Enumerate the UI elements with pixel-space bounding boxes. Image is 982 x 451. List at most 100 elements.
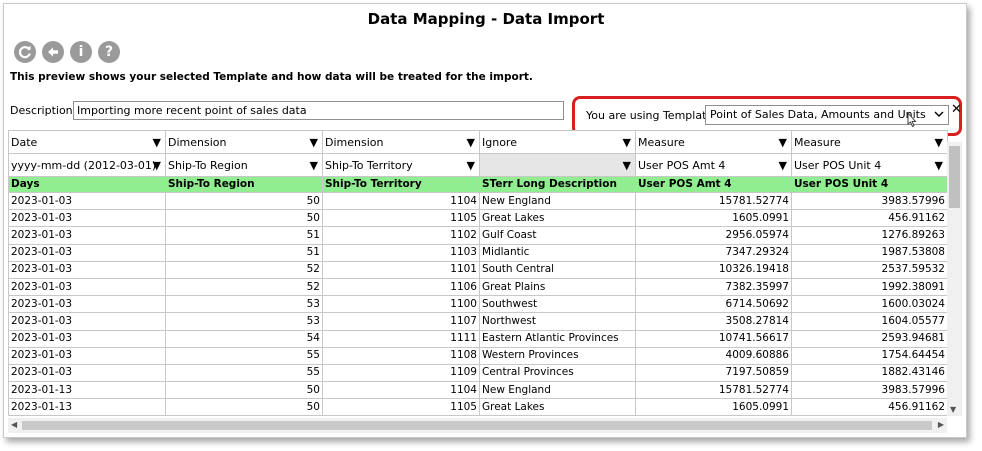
table-cell: 4009.60886 — [635, 346, 792, 365]
column-mapping-dropdown[interactable]: yyyy-mm-dd (2012-03-01) ▼ — [8, 153, 166, 177]
column-type-row: Date ▼ Dimension ▼ Dimension ▼ Ignore ▼ Measure ▼… — [8, 130, 948, 154]
column-type-label: Dimension — [168, 135, 227, 149]
table-cell: New England — [479, 381, 636, 400]
dropdown-triangle-icon: ▼ — [152, 136, 161, 149]
table-cell: Gulf Coast — [479, 226, 636, 245]
dropdown-triangle-icon: ▼ — [309, 159, 318, 172]
table-row: 2023-01-03 55 1108 Western Provinces 4009.60… — [8, 346, 948, 365]
description-label: Description: — [10, 104, 77, 117]
table-cell: 51 — [165, 226, 323, 245]
table-cell: 1108 — [322, 346, 480, 365]
scroll-right-arrow-icon[interactable]: ▶ — [938, 420, 944, 429]
table-cell: 1107 — [322, 312, 480, 331]
column-type-dropdown[interactable]: Measure ▼ — [635, 130, 792, 154]
column-mapping-label: User POS Amt 4 — [638, 158, 726, 172]
table-cell: South Central — [479, 260, 636, 279]
table-cell: 1101 — [322, 260, 480, 279]
table-cell: 1992.38091 — [791, 277, 948, 297]
column-header: Ship-To Territory — [322, 176, 480, 193]
table-cell: 7382.35997 — [635, 277, 792, 297]
description-input[interactable] — [73, 101, 564, 120]
dropdown-chevron-icon — [934, 107, 944, 124]
table-cell: 2023-01-03 — [8, 209, 166, 228]
column-type-dropdown[interactable]: Date ▼ — [8, 130, 166, 154]
cursor-icon — [905, 111, 917, 131]
table-cell: 2593.94681 — [791, 329, 948, 348]
table-cell: Great Lakes — [479, 209, 636, 228]
column-type-dropdown[interactable]: Measure ▼ — [791, 130, 948, 154]
table-row: 2023-01-03 53 1100 Southwest 6714.50692 1600.… — [8, 295, 948, 314]
table-cell: 6714.50692 — [635, 295, 792, 314]
info-icon[interactable]: i — [70, 41, 92, 63]
table-cell: Great Plains — [479, 277, 636, 297]
column-mapping-dropdown[interactable]: Ship-To Territory ▼ — [322, 153, 480, 177]
table-cell: 2023-01-03 — [8, 312, 166, 331]
table-cell: 1604.05577 — [791, 312, 948, 331]
table-cell: Eastern Atlantic Provinces — [479, 329, 636, 348]
help-icon[interactable]: ? — [98, 41, 120, 63]
table-cell: 456.91162 — [791, 209, 948, 228]
grid-data-rows: 2023-01-03 50 1104 New England 15781.52774 39… — [8, 191, 948, 417]
table-cell: 2023-01-03 — [8, 295, 166, 314]
table-cell: 1102 — [322, 226, 480, 245]
column-mapping-dropdown[interactable]: User POS Unit 4 ▼ — [791, 153, 948, 177]
table-cell: Northwest — [479, 312, 636, 331]
column-type-dropdown[interactable]: Dimension ▼ — [322, 130, 480, 154]
table-cell: 2537.59532 — [791, 260, 948, 279]
table-cell: 54 — [165, 329, 323, 348]
table-cell: Central Provinces — [479, 363, 636, 383]
table-cell: 1104 — [322, 381, 480, 400]
dropdown-triangle-icon: ▼ — [152, 159, 161, 172]
table-cell: 3508.27814 — [635, 312, 792, 331]
table-cell: 3983.57996 — [791, 191, 948, 211]
column-header-row: Days Ship-To Region Ship-To Territory STerr… — [8, 176, 948, 193]
table-cell: 53 — [165, 295, 323, 314]
column-type-label: Measure — [638, 135, 685, 149]
column-mapping-label: User POS Unit 4 — [794, 158, 882, 172]
dropdown-triangle-icon: ▼ — [622, 159, 631, 172]
column-mapping-dropdown[interactable]: User POS Amt 4 ▼ — [635, 153, 792, 177]
table-cell: 1105 — [322, 398, 480, 417]
scroll-down-arrow-icon[interactable]: ▼ — [950, 405, 956, 414]
table-cell: 2023-01-03 — [8, 329, 166, 348]
table-row: 2023-01-03 52 1106 Great Plains 7382.35997 19… — [8, 277, 948, 297]
vertical-scrollbar[interactable]: ▼ — [947, 142, 962, 416]
window-title: Data Mapping - Data Import — [367, 10, 605, 28]
column-type-label: Measure — [794, 135, 841, 149]
column-mapping-dropdown[interactable]: Ship-To Region ▼ — [165, 153, 323, 177]
vertical-scroll-thumb[interactable] — [949, 146, 960, 208]
table-cell: 51 — [165, 243, 323, 262]
column-header: Ship-To Region — [165, 176, 323, 193]
column-mapping-row: yyyy-mm-dd (2012-03-01) ▼ Ship-To Region ▼ S… — [8, 153, 948, 177]
column-type-dropdown[interactable]: Dimension ▼ — [165, 130, 323, 154]
column-mapping-label: Ship-To Region — [168, 158, 248, 172]
column-type-label: Date — [11, 135, 38, 149]
dropdown-triangle-icon: ▼ — [309, 136, 318, 149]
table-cell: 50 — [165, 209, 323, 228]
close-icon[interactable]: ✕ — [951, 102, 962, 117]
horizontal-scrollbar[interactable]: ◀ ▶ — [8, 418, 947, 433]
table-row: 2023-01-03 51 1102 Gulf Coast 2956.05974 1276… — [8, 226, 948, 245]
table-cell: 2023-01-03 — [8, 243, 166, 262]
table-cell: 53 — [165, 312, 323, 331]
table-row: 2023-01-03 50 1105 Great Lakes 1605.0991 456.… — [8, 209, 948, 228]
template-label: You are using Template: — [586, 109, 717, 122]
table-cell: 1111 — [322, 329, 480, 348]
preview-instructions: This preview shows your selected Templat… — [10, 71, 533, 83]
table-cell: 1104 — [322, 191, 480, 211]
horizontal-scroll-thumb[interactable] — [22, 421, 932, 430]
column-header: Days — [8, 176, 166, 193]
column-type-dropdown[interactable]: Ignore ▼ — [479, 130, 636, 154]
table-cell: 1276.89263 — [791, 226, 948, 245]
column-mapping-dropdown[interactable]: ▼ — [479, 153, 636, 177]
scroll-left-arrow-icon[interactable]: ◀ — [11, 420, 17, 429]
table-row: 2023-01-03 54 1111 Eastern Atlantic Provinc… — [8, 329, 948, 348]
back-icon[interactable] — [42, 41, 64, 63]
table-cell: 2023-01-03 — [8, 346, 166, 365]
refresh-icon[interactable] — [14, 41, 36, 63]
table-cell: 1987.53808 — [791, 243, 948, 262]
column-mapping-label: yyyy-mm-dd (2012-03-01) — [11, 158, 157, 172]
table-cell: 1605.0991 — [635, 209, 792, 228]
table-cell: 3983.57996 — [791, 381, 948, 400]
table-cell: 50 — [165, 191, 323, 211]
